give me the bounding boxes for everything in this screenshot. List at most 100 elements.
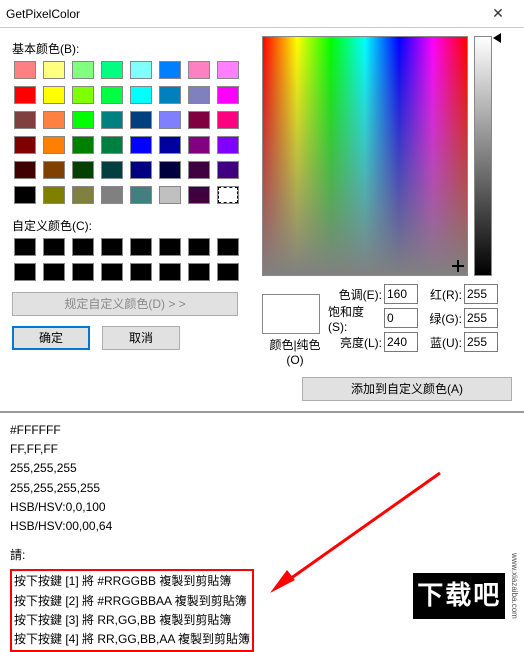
custom-swatch[interactable] [157, 236, 183, 258]
watermark-url: www.xiazaiba.com [507, 553, 520, 619]
hint-line: 按下按鍵 [1] 將 #RRGGBB 複製到剪貼簿 [14, 572, 250, 591]
custom-swatch[interactable] [215, 236, 241, 258]
hints-box: 按下按鍵 [1] 將 #RRGGBB 複製到剪貼簿按下按鍵 [2] 將 #RRG… [10, 569, 254, 652]
custom-swatch[interactable] [99, 236, 125, 258]
basic-swatch[interactable] [12, 134, 38, 156]
basic-swatch[interactable] [12, 109, 38, 131]
basic-swatch[interactable] [41, 84, 67, 106]
custom-swatch[interactable] [41, 261, 67, 283]
basic-swatch[interactable] [99, 184, 125, 206]
window-title: GetPixelColor [6, 7, 478, 21]
basic-swatch[interactable] [70, 84, 96, 106]
basic-swatch[interactable] [41, 59, 67, 81]
basic-swatch[interactable] [215, 184, 241, 206]
basic-swatch[interactable] [128, 159, 154, 181]
basic-swatch[interactable] [99, 59, 125, 81]
custom-swatch[interactable] [99, 261, 125, 283]
custom-colors-grid [12, 236, 244, 286]
basic-swatch[interactable] [70, 184, 96, 206]
red-input[interactable] [464, 284, 498, 304]
watermark: 下载吧 www.xiazaiba.com [413, 553, 520, 619]
hint-line: 按下按鍵 [2] 將 #RRGGBBAA 複製到剪貼簿 [14, 592, 250, 611]
lum-label: 亮度(L): [340, 334, 382, 351]
custom-swatch[interactable] [186, 236, 212, 258]
define-custom-button: 规定自定义颜色(D) > > [12, 292, 238, 316]
output-line: HSB/HSV:00,00,64 [10, 517, 514, 536]
basic-swatch[interactable] [186, 84, 212, 106]
basic-swatch[interactable] [186, 159, 212, 181]
basic-swatch[interactable] [99, 159, 125, 181]
basic-swatch[interactable] [157, 84, 183, 106]
color-gradient-picker[interactable] [262, 36, 468, 276]
custom-swatch[interactable] [128, 236, 154, 258]
basic-swatch[interactable] [186, 59, 212, 81]
basic-swatch[interactable] [99, 109, 125, 131]
basic-swatch[interactable] [70, 134, 96, 156]
hint-line: 按下按鍵 [3] 將 RR,GG,BB 複製到剪貼簿 [14, 611, 250, 630]
hue-input[interactable] [384, 284, 418, 304]
basic-swatch[interactable] [157, 59, 183, 81]
custom-swatch[interactable] [186, 261, 212, 283]
basic-swatch[interactable] [128, 109, 154, 131]
basic-swatch[interactable] [41, 109, 67, 131]
basic-swatch[interactable] [70, 159, 96, 181]
cancel-button[interactable]: 取消 [102, 326, 180, 350]
basic-swatch[interactable] [157, 109, 183, 131]
basic-swatch[interactable] [215, 109, 241, 131]
luminance-pointer-icon [493, 33, 501, 43]
output-line: HSB/HSV:0,0,100 [10, 498, 514, 517]
custom-swatch[interactable] [70, 236, 96, 258]
ok-button[interactable]: 确定 [12, 326, 90, 350]
basic-swatch[interactable] [70, 109, 96, 131]
basic-swatch[interactable] [12, 84, 38, 106]
sat-input[interactable] [384, 308, 418, 328]
basic-swatch[interactable] [12, 184, 38, 206]
custom-swatch[interactable] [70, 261, 96, 283]
basic-swatch[interactable] [186, 109, 212, 131]
basic-swatch[interactable] [12, 59, 38, 81]
basic-swatch[interactable] [186, 184, 212, 206]
lum-input[interactable] [384, 332, 418, 352]
custom-swatch[interactable] [128, 261, 154, 283]
custom-swatch[interactable] [12, 261, 38, 283]
output-line: #FFFFFF [10, 421, 514, 440]
basic-swatch[interactable] [215, 159, 241, 181]
custom-swatch[interactable] [215, 261, 241, 283]
output-lines: #FFFFFFFF,FF,FF255,255,255255,255,255,25… [10, 421, 514, 536]
titlebar: GetPixelColor ✕ [0, 0, 524, 28]
custom-swatch[interactable] [12, 236, 38, 258]
basic-swatch[interactable] [215, 134, 241, 156]
green-input[interactable] [464, 308, 498, 328]
luminance-slider[interactable] [474, 36, 492, 276]
close-icon[interactable]: ✕ [478, 5, 518, 22]
basic-swatch[interactable] [41, 184, 67, 206]
basic-swatch[interactable] [215, 59, 241, 81]
watermark-logo: 下载吧 [413, 573, 505, 619]
basic-swatch[interactable] [186, 134, 212, 156]
basic-swatch[interactable] [12, 159, 38, 181]
basic-swatch[interactable] [157, 184, 183, 206]
blue-input[interactable] [464, 332, 498, 352]
output-line: 255,255,255,255 [10, 479, 514, 498]
basic-swatch[interactable] [128, 84, 154, 106]
output-area: #FFFFFFFF,FF,FF255,255,255255,255,255,25… [0, 413, 524, 623]
blue-label: 蓝(U): [430, 334, 462, 351]
basic-swatch[interactable] [157, 159, 183, 181]
basic-swatch[interactable] [99, 134, 125, 156]
basic-swatch[interactable] [128, 59, 154, 81]
basic-swatch[interactable] [157, 134, 183, 156]
custom-swatch[interactable] [157, 261, 183, 283]
basic-swatch[interactable] [41, 134, 67, 156]
green-label: 绿(G): [429, 310, 462, 327]
basic-swatch[interactable] [70, 59, 96, 81]
custom-swatch[interactable] [41, 236, 67, 258]
basic-swatch[interactable] [99, 84, 125, 106]
basic-swatch[interactable] [128, 134, 154, 156]
basic-colors-grid [12, 59, 244, 209]
basic-swatch[interactable] [215, 84, 241, 106]
add-custom-button[interactable]: 添加到自定义颜色(A) [302, 377, 512, 401]
basic-colors-label: 基本颜色(B): [12, 40, 252, 57]
basic-swatch[interactable] [128, 184, 154, 206]
basic-swatch[interactable] [41, 159, 67, 181]
solid-color-label: 颜色|纯色(O) [262, 336, 328, 367]
